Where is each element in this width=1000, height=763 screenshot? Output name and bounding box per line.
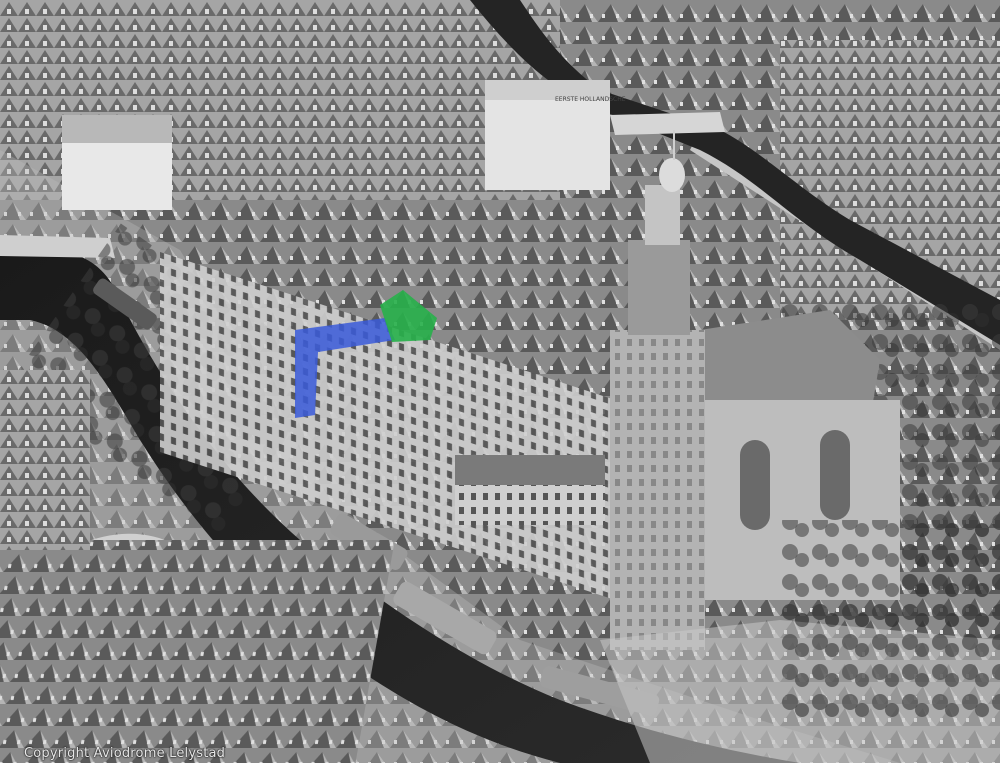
houses-bottom — [0, 540, 395, 763]
trees-square — [780, 520, 1000, 720]
bridge-top — [610, 112, 725, 135]
houses-left — [0, 370, 90, 550]
bridge-left — [0, 235, 115, 258]
copyright-credit: Copyright Aviodrome Lelystad — [24, 746, 226, 761]
aerial-photo: EERSTE HOLLANDSCHE — [0, 0, 1000, 763]
building-sign: EERSTE HOLLANDSCHE — [555, 96, 626, 103]
church-spire-crown — [659, 158, 685, 192]
